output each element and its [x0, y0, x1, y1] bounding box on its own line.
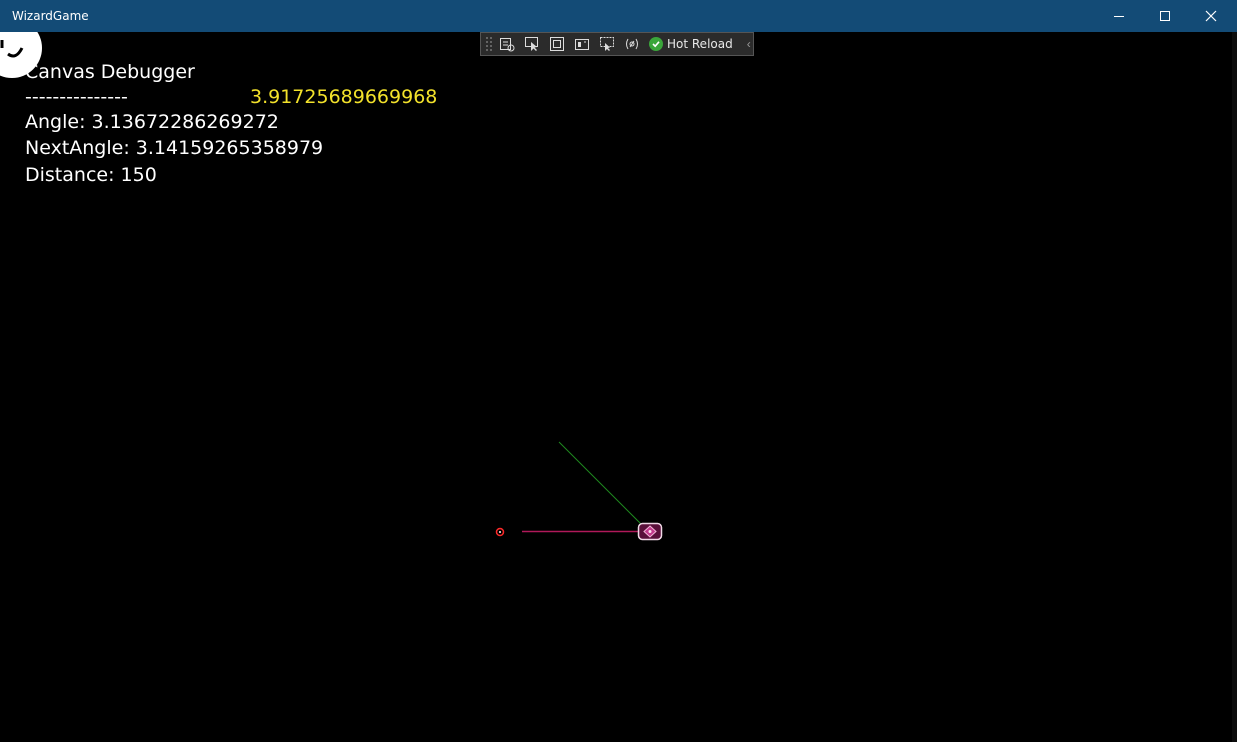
hot-reload-button[interactable]: Hot Reload: [649, 37, 733, 51]
debugger-separator: ---------------: [25, 86, 128, 108]
minimize-icon: [1114, 16, 1124, 17]
debugger-angle: Angle: 3.13672286269272: [25, 111, 279, 133]
title-bar: WizardGame: [0, 0, 1237, 32]
target-marker: [495, 527, 505, 537]
direction-line: [558, 441, 644, 527]
debugger-yellow-value: 3.91725689669968: [250, 86, 438, 108]
close-button[interactable]: [1188, 0, 1234, 32]
toolbar-grip-icon[interactable]: [485, 36, 493, 52]
maximize-button[interactable]: [1142, 0, 1188, 32]
window-right-edge: [1232, 32, 1237, 742]
select-element-icon[interactable]: [521, 34, 543, 54]
window-title: WizardGame: [12, 9, 89, 23]
collapse-chevron-icon[interactable]: ‹: [747, 37, 751, 51]
layout-adorners-icon[interactable]: [546, 34, 568, 54]
debugger-title: Canvas Debugger: [25, 61, 195, 83]
hot-reload-label: Hot Reload: [667, 37, 733, 51]
game-canvas[interactable]: Canvas Debugger --------------- 3.917256…: [0, 32, 1232, 742]
debugger-next-angle: NextAngle: 3.14159265358979: [25, 137, 324, 159]
maximize-icon: [1160, 11, 1170, 21]
player-sprite: [637, 522, 663, 541]
xaml-debug-toolbar: Hot Reload ‹: [480, 32, 754, 56]
binding-failures-icon[interactable]: [621, 34, 643, 54]
live-visual-tree-icon[interactable]: [496, 34, 518, 54]
minimize-button[interactable]: [1096, 0, 1142, 32]
track-focus-icon[interactable]: [571, 34, 593, 54]
close-icon: [1205, 10, 1217, 22]
check-circle-icon: [649, 37, 663, 51]
debugger-distance: Distance: 150: [25, 164, 157, 186]
display-layout-icon[interactable]: [596, 34, 618, 54]
